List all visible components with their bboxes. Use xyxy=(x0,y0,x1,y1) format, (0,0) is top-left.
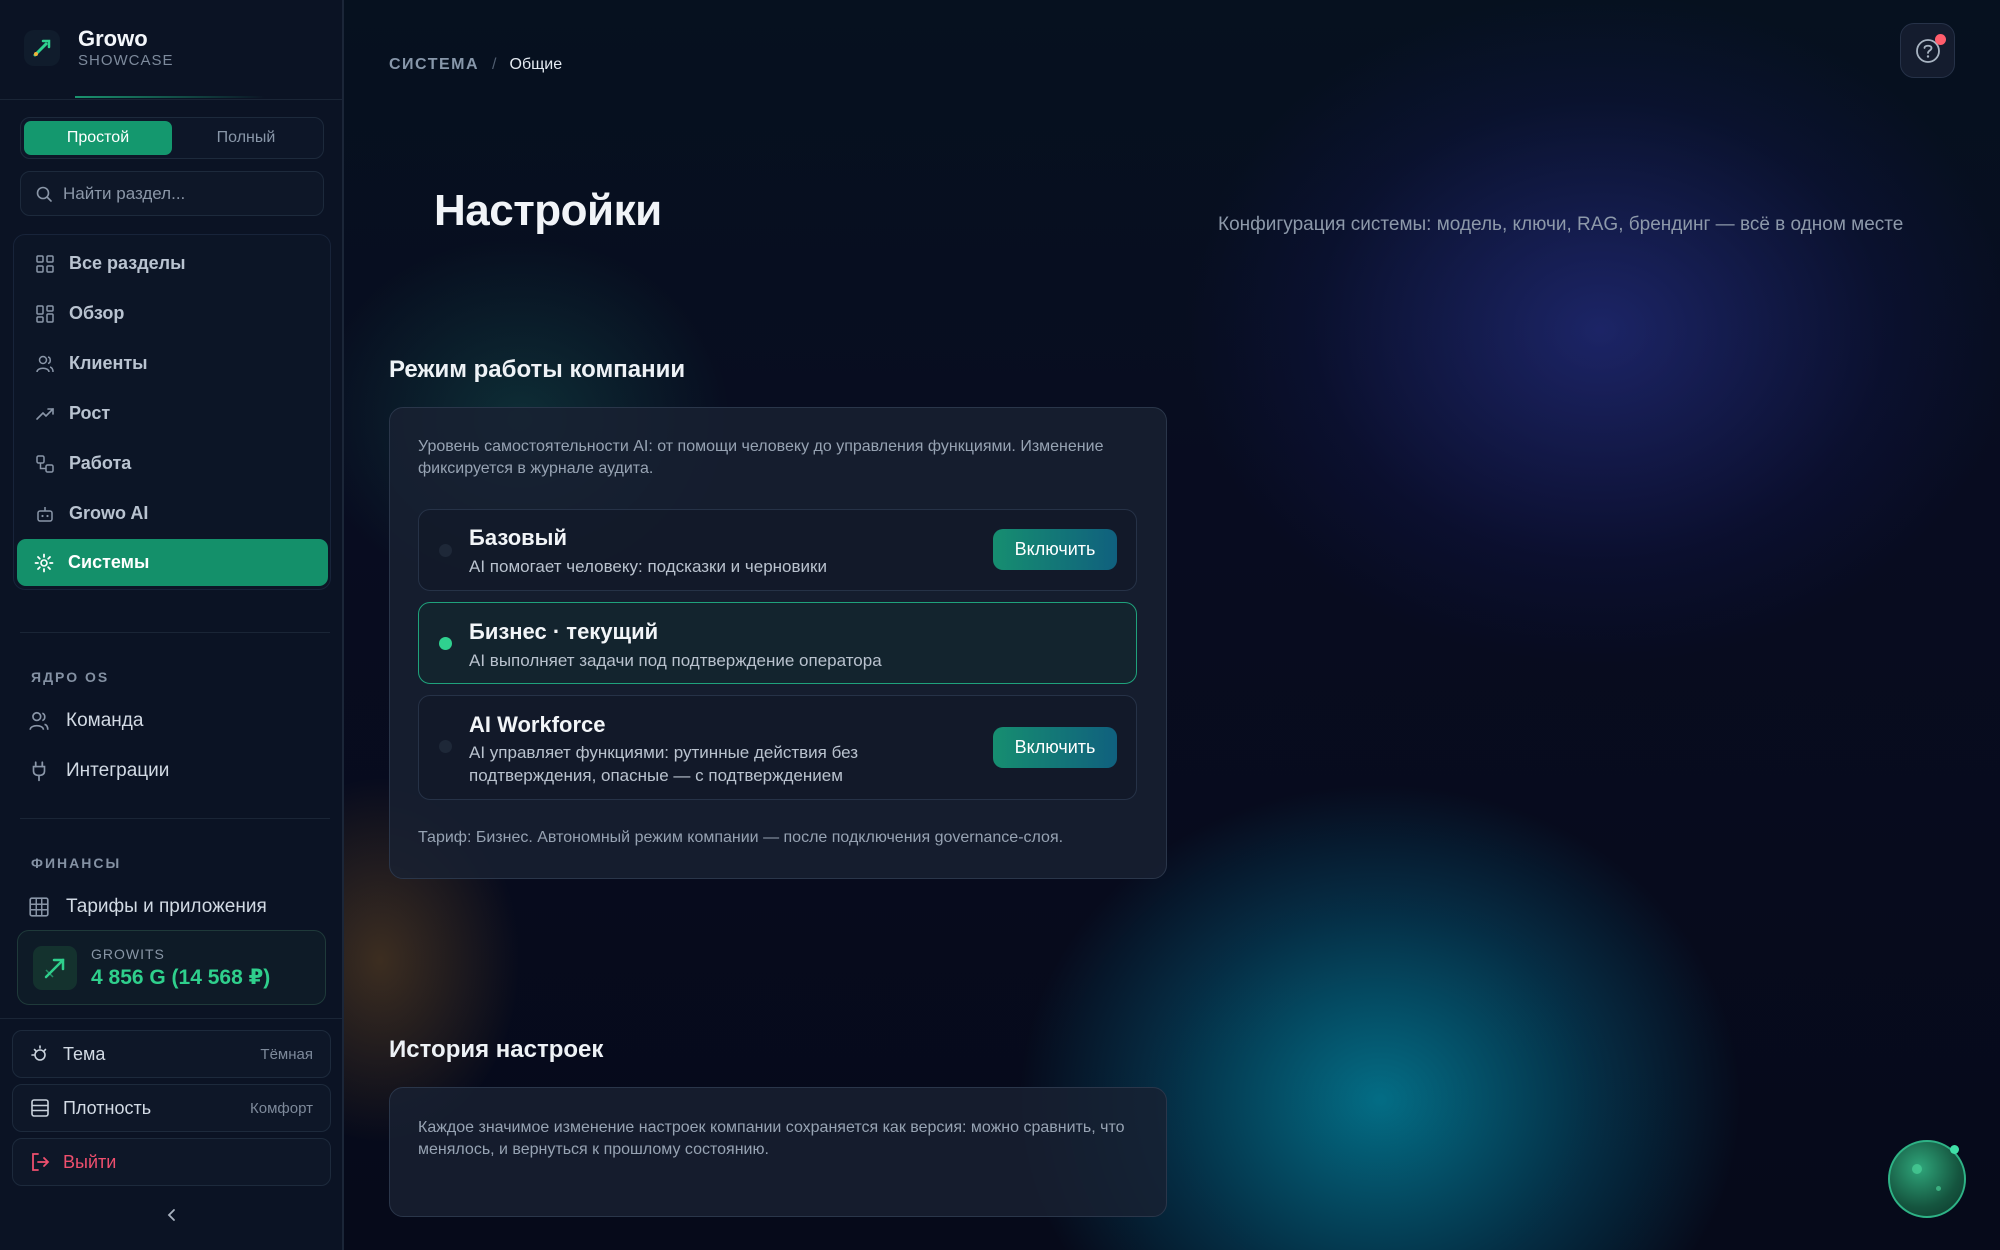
mode-option-ai-workforce[interactable]: AI Workforce AI управляет функциями: рут… xyxy=(418,695,1137,800)
page-title: Настройки xyxy=(434,186,662,235)
option-description: AI помогает человеку: подсказки и чернов… xyxy=(469,557,827,576)
breadcrumb-current: Общие xyxy=(509,56,563,73)
history-description: Каждое значимое изменение настроек компа… xyxy=(418,1119,1125,1158)
divider xyxy=(0,1018,342,1019)
search-icon xyxy=(36,186,52,202)
breadcrumb: СИСТЕМА / Общие xyxy=(389,56,562,74)
trending-up-icon xyxy=(36,407,54,420)
growits-balance[interactable]: GROWITS 4 856 G (14 568 ₽) xyxy=(17,930,326,1005)
page-subtitle: Конфигурация системы: модель, ключи, RAG… xyxy=(1218,214,1904,235)
density-toggle[interactable]: Плотность Комфорт xyxy=(12,1084,331,1132)
gear-icon xyxy=(34,553,54,572)
nav-item-all-sections[interactable]: Все разделы xyxy=(18,240,328,287)
breadcrumb-separator: / xyxy=(492,56,497,73)
mode-toggle: Простой Полный xyxy=(20,117,324,159)
divider xyxy=(20,632,330,633)
option-title: Бизнес · текущий xyxy=(469,619,659,644)
users-icon xyxy=(29,711,49,731)
nav-item-overview[interactable]: Обзор xyxy=(18,290,328,337)
divider xyxy=(20,818,330,819)
theme-icon xyxy=(31,1045,47,1061)
mode-option-basic[interactable]: Базовый AI помогает человеку: подсказки … xyxy=(418,509,1137,591)
option-title: Базовый xyxy=(469,525,567,550)
nav-item-label: Интеграции xyxy=(66,760,170,781)
nav-item-systems[interactable]: Системы xyxy=(17,539,328,586)
option-title: AI Workforce xyxy=(469,712,606,737)
section-label-core-os: ЯДРО OS xyxy=(31,669,110,685)
radio-indicator xyxy=(439,544,452,557)
balance-label: GROWITS xyxy=(91,945,165,962)
breadcrumb-root[interactable]: СИСТЕМА xyxy=(389,56,479,74)
brand-name: Growo xyxy=(78,26,148,51)
section-title-history: История настроек xyxy=(389,1036,604,1063)
section-label-finance: ФИНАНСЫ xyxy=(31,855,122,871)
theme-value: Тёмная xyxy=(260,1045,313,1063)
nav-item-label: Клиенты xyxy=(69,353,148,373)
nav-item-label: Команда xyxy=(66,710,144,731)
workflow-icon xyxy=(36,454,54,473)
logout-label: Выйти xyxy=(63,1151,117,1172)
grid-icon xyxy=(36,254,54,273)
radio-indicator-selected xyxy=(439,637,452,650)
nav-item-label: Обзор xyxy=(69,303,125,323)
main-nav: Все разделы Обзор Клиенты Рост Работа Gr… xyxy=(13,234,331,590)
mode-simple-button[interactable]: Простой xyxy=(24,121,172,155)
history-card: Каждое значимое изменение настроек компа… xyxy=(389,1087,1167,1217)
help-button[interactable] xyxy=(1900,23,1955,78)
users-icon xyxy=(36,355,54,372)
mode-full-button[interactable]: Полный xyxy=(172,121,320,155)
company-mode-card: Уровень самостоятельности AI: от помощи … xyxy=(389,407,1167,879)
logout-button[interactable]: Выйти xyxy=(12,1138,331,1186)
notification-dot xyxy=(1935,34,1946,45)
growo-logo-icon xyxy=(24,30,60,66)
orb-highlight xyxy=(1936,1186,1941,1191)
logout-icon xyxy=(32,1153,50,1171)
chevron-left-icon xyxy=(167,1209,175,1221)
divider xyxy=(0,99,342,100)
plug-icon xyxy=(32,761,46,782)
enable-ai-workforce-button[interactable]: Включить xyxy=(993,727,1117,768)
orb-highlight xyxy=(1912,1164,1922,1174)
nav-item-label: Работа xyxy=(69,453,132,473)
nav-item-work[interactable]: Работа xyxy=(18,440,328,487)
brand[interactable]: Growo SHOWCASE xyxy=(24,26,174,70)
company-mode-description: Уровень самостоятельности AI: от помощи … xyxy=(418,438,1104,477)
density-icon xyxy=(31,1099,49,1117)
search-input[interactable] xyxy=(63,183,303,204)
collapse-sidebar-button[interactable] xyxy=(160,1203,184,1227)
bot-icon xyxy=(37,506,53,522)
search-box xyxy=(20,171,324,216)
option-description: AI выполняет задачи под подтверждение оп… xyxy=(469,651,882,670)
tariff-note: Тариф: Бизнес. Автономный режим компании… xyxy=(418,829,1064,846)
growth-arrow-icon xyxy=(33,945,77,990)
option-description: AI управляет функциями: рутинные действи… xyxy=(469,743,859,785)
brand-subtitle: SHOWCASE xyxy=(78,52,174,69)
nav-item-growo-ai[interactable]: Growo AI xyxy=(18,490,328,537)
density-value: Комфорт xyxy=(250,1099,313,1117)
nav-item-clients[interactable]: Клиенты xyxy=(18,340,328,387)
nav-item-label: Тарифы и приложения xyxy=(66,896,267,917)
density-label: Плотность xyxy=(63,1097,152,1118)
nav-item-tariffs[interactable]: Тарифы и приложения xyxy=(28,889,267,925)
dashboard-icon xyxy=(36,304,54,323)
section-title-company-mode: Режим работы компании xyxy=(389,356,686,383)
nav-item-integrations[interactable]: Интеграции xyxy=(28,753,169,789)
status-dot xyxy=(1950,1145,1959,1154)
radio-indicator xyxy=(439,740,452,753)
nav-item-label: Рост xyxy=(69,403,111,423)
nav-item-label: Growo AI xyxy=(69,503,149,523)
sidebar: Growo SHOWCASE Простой Полный Все раздел… xyxy=(0,0,344,1250)
nav-item-label: Все разделы xyxy=(69,253,186,273)
balance-value: 4 856 G (14 568 ₽) xyxy=(91,965,271,989)
nav-item-growth[interactable]: Рост xyxy=(18,390,328,437)
table-icon xyxy=(29,897,49,917)
enable-basic-button[interactable]: Включить xyxy=(993,529,1117,570)
theme-toggle[interactable]: Тема Тёмная xyxy=(12,1030,331,1078)
theme-label: Тема xyxy=(63,1043,106,1064)
nav-item-label: Системы xyxy=(68,552,150,572)
mode-option-business[interactable]: Бизнес · текущий AI выполняет задачи под… xyxy=(418,602,1137,684)
brand-underline xyxy=(75,96,265,98)
assistant-orb-button[interactable] xyxy=(1888,1140,1966,1218)
nav-item-team[interactable]: Команда xyxy=(28,703,143,739)
